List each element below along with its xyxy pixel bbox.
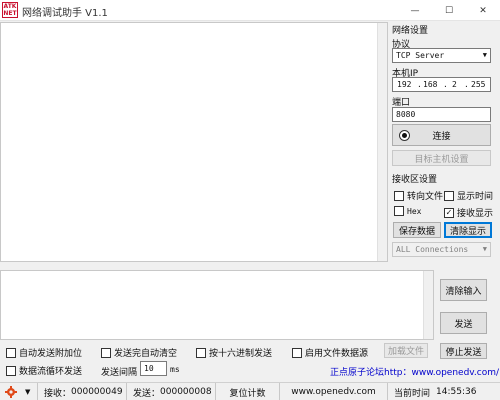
reset-count-button[interactable]: 复位计数 — [216, 383, 280, 400]
load-file-button[interactable]: 加载文件 — [384, 343, 428, 358]
hex-send-checkbox[interactable]: 按十六进制发送 — [196, 346, 272, 359]
file-source-label: 启用文件数据源 — [305, 349, 369, 359]
checkbox-box — [196, 347, 206, 358]
maximize-button[interactable]: ☐ — [432, 0, 466, 21]
checkbox-box — [292, 347, 302, 358]
send-scrollbar[interactable] — [423, 271, 433, 339]
reset-count-label: 复位计数 — [229, 388, 266, 399]
stop-send-label: 停止发送 — [445, 347, 482, 358]
to-file-checkbox[interactable]: 转向文件 — [394, 189, 443, 202]
send-count-segment: 发送： 000000008 — [127, 383, 216, 400]
load-file-label: 加载文件 — [387, 347, 424, 357]
hex-recv-checkbox[interactable]: Hex — [394, 206, 421, 216]
send-label: 发送 — [454, 319, 473, 330]
app-logo-icon: ATK NET — [2, 2, 18, 18]
status-bar: ▼ 接收： 000000049 发送： 000000008 复位计数 www.o… — [0, 382, 500, 400]
clear-display-button[interactable]: 清除显示 — [444, 222, 492, 238]
stop-send-button[interactable]: 停止发送 — [440, 343, 487, 359]
connect-label: 连接 — [432, 131, 451, 142]
send-button[interactable]: 发送 — [440, 312, 487, 334]
checkbox-box — [394, 206, 404, 216]
loop-send-label: 数据流循环发送 — [19, 367, 83, 377]
recv-count-segment: 接收： 000000049 — [38, 383, 127, 400]
target-host-button[interactable]: 目标主机设置 — [392, 150, 491, 166]
connections-select[interactable]: ALL Connections ▼ — [392, 242, 491, 257]
checkmark-icon: ✓ — [444, 207, 454, 218]
connection-status-icon — [399, 130, 410, 141]
recv-display-label: 接收显示 — [457, 209, 494, 219]
title-bar: ATK NET 网络调试助手 V1.1 — ☐ ✕ — [0, 0, 500, 21]
recv-settings-title: 接收区设置 — [392, 175, 438, 185]
connections-value: ALL Connections — [396, 245, 469, 254]
target-host-label: 目标主机设置 — [414, 154, 469, 165]
website-segment: www.openedv.com — [280, 383, 388, 400]
settings-menu[interactable]: ▼ — [0, 383, 38, 400]
website-text: www.openedv.com — [291, 387, 376, 397]
ip-octet-3: 2 — [452, 80, 457, 89]
show-time-label: 显示时间 — [457, 192, 494, 202]
receive-scrollbar[interactable] — [377, 23, 387, 261]
hex-label: Hex — [407, 206, 422, 216]
close-icon: ✕ — [479, 5, 487, 16]
clear-input-button[interactable]: 清除输入 — [440, 279, 487, 301]
interval-label: 发送间隔 — [101, 368, 138, 378]
send-count-label: 发送： — [133, 388, 161, 399]
ip-octet-1: 192 — [397, 80, 412, 89]
checkbox-box — [6, 365, 16, 376]
maximize-icon: ☐ — [444, 5, 454, 16]
local-ip-field[interactable]: 192 . 168 . 2 . 255 — [392, 77, 491, 92]
ip-octet-2: 168 — [423, 80, 438, 89]
minimize-icon: — — [410, 5, 420, 16]
save-data-label: 保存数据 — [398, 226, 435, 237]
connect-button[interactable]: 连接 — [392, 124, 491, 146]
checkbox-box — [6, 347, 16, 358]
interval-unit: ms — [170, 365, 180, 374]
close-button[interactable]: ✕ — [466, 0, 500, 21]
time-segment: 当前时间 14:55:36 — [388, 383, 500, 400]
receive-text-area[interactable] — [0, 22, 388, 262]
dropdown-arrow-icon: ▼ — [25, 388, 31, 396]
show-time-checkbox[interactable]: 显示时间 — [444, 189, 493, 202]
protocol-value: TCP Server — [396, 51, 445, 60]
checkbox-box — [101, 347, 111, 358]
recv-display-checkbox[interactable]: ✓ 接收显示 — [444, 206, 493, 219]
time-value: 14:55:36 — [436, 387, 477, 397]
gear-icon — [5, 386, 17, 398]
auto-append-checkbox[interactable]: 自动发送附加位 — [6, 346, 82, 359]
chevron-down-icon: ▼ — [482, 245, 487, 253]
checkbox-box — [444, 190, 454, 201]
hex-send-label: 按十六进制发送 — [209, 349, 273, 359]
recv-count-value: 000000049 — [71, 387, 123, 397]
port-input[interactable]: 8080 — [392, 107, 491, 122]
chevron-down-icon: ▼ — [482, 51, 487, 59]
auto-clear-label: 发送完自动清空 — [114, 349, 178, 359]
minimize-button[interactable]: — — [398, 0, 432, 21]
send-count-value: 000000008 — [160, 387, 212, 397]
loop-send-checkbox[interactable]: 数据流循环发送 — [6, 364, 82, 377]
clear-input-label: 清除输入 — [445, 286, 482, 297]
checkbox-box — [394, 190, 404, 201]
recv-count-label: 接收： — [44, 388, 72, 399]
net-settings-title: 网络设置 — [392, 26, 429, 36]
time-label: 当前时间 — [394, 388, 431, 399]
forum-link[interactable]: 正点原子论坛http：www.openedv.com/ — [330, 365, 499, 378]
auto-append-label: 自动发送附加位 — [19, 349, 83, 359]
protocol-select[interactable]: TCP Server ▼ — [392, 48, 491, 63]
send-text-area[interactable] — [0, 270, 434, 340]
auto-clear-checkbox[interactable]: 发送完自动清空 — [101, 346, 177, 359]
window-title: 网络调试助手 V1.1 — [22, 8, 108, 19]
save-data-button[interactable]: 保存数据 — [393, 222, 441, 238]
to-file-label: 转向文件 — [407, 192, 444, 202]
file-source-checkbox[interactable]: 启用文件数据源 — [292, 346, 368, 359]
interval-input[interactable]: 10 — [140, 361, 167, 376]
clear-display-label: 清除显示 — [449, 226, 486, 237]
ip-octet-4: 255 — [471, 80, 486, 89]
